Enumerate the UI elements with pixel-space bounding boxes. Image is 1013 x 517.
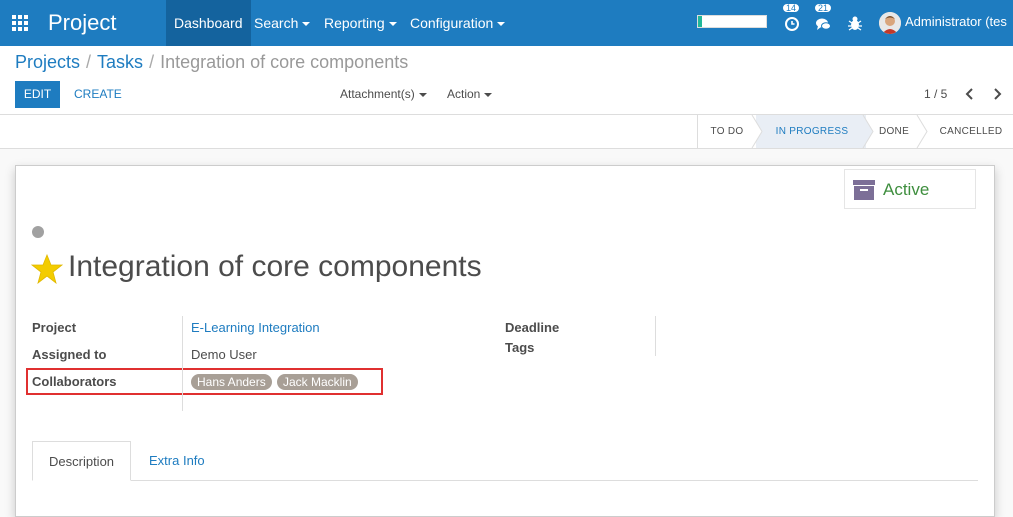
tab-description[interactable]: Description	[32, 441, 132, 481]
star-icon[interactable]	[31, 254, 63, 284]
breadcrumb-current: Integration of core components	[160, 52, 409, 72]
caret-down-icon	[388, 22, 397, 27]
archive-icon	[853, 180, 875, 200]
assigned-to-label: Assigned to	[32, 347, 107, 362]
menu-reporting-label: Reporting	[324, 15, 385, 31]
planner-progress-bar[interactable]	[697, 15, 767, 28]
highlight-box	[26, 368, 383, 395]
menu-search-label: Search	[254, 15, 299, 31]
clock-icon[interactable]	[784, 15, 800, 31]
menu-configuration[interactable]: Configuration	[402, 0, 513, 46]
top-navbar: Project Dashboard Search Reporting Confi…	[0, 0, 1013, 46]
field-divider	[182, 316, 183, 411]
apps-menu-icon[interactable]	[12, 15, 30, 31]
create-button[interactable]: CREATE	[74, 81, 122, 108]
project-label: Project	[32, 320, 77, 335]
activity-count-badge: 14	[782, 3, 801, 13]
attachments-label: Attachment(s)	[340, 87, 415, 101]
field-divider	[655, 316, 656, 356]
breadcrumb-separator: /	[86, 52, 92, 72]
caret-down-icon	[484, 92, 493, 97]
menu-dashboard[interactable]: Dashboard	[166, 0, 251, 46]
caret-down-icon	[418, 92, 427, 97]
deadline-label: Deadline	[505, 320, 560, 335]
user-avatar[interactable]	[879, 12, 901, 34]
edit-button[interactable]: EDIT	[15, 81, 60, 108]
kanban-state-indicator[interactable]	[32, 226, 44, 238]
breadcrumb-separator: /	[149, 52, 155, 72]
app-title: Project	[48, 10, 117, 35]
project-link[interactable]: E-Learning Integration	[191, 320, 320, 335]
chevron-left-icon[interactable]	[965, 88, 975, 100]
active-label: Active	[883, 180, 930, 199]
stage-statusbar: TO DO IN PROGRESS DONE CANCELLED	[0, 114, 1013, 149]
stage-cancelled[interactable]: CANCELLED	[935, 115, 1007, 148]
breadcrumb-projects[interactable]: Projects	[15, 52, 80, 72]
chat-bubbles-icon[interactable]	[815, 15, 831, 31]
stage-done[interactable]: DONE	[872, 115, 916, 148]
active-toggle-button[interactable]: Active	[844, 169, 976, 209]
assigned-to-value[interactable]: Demo User	[191, 347, 257, 362]
tags-label: Tags	[505, 340, 535, 355]
progress-fill	[698, 16, 703, 27]
action-label: Action	[447, 87, 481, 101]
task-title[interactable]: Integration of core components	[68, 250, 482, 284]
stage-arrow-separator	[916, 115, 928, 148]
bug-icon[interactable]	[847, 15, 863, 31]
menu-search[interactable]: Search	[246, 0, 318, 46]
chevron-right-icon[interactable]	[992, 88, 1002, 100]
menu-configuration-label: Configuration	[410, 15, 494, 31]
menu-reporting[interactable]: Reporting	[316, 0, 405, 46]
tab-extra-info[interactable]: Extra Info	[133, 441, 221, 481]
breadcrumb-tasks[interactable]: Tasks	[97, 52, 143, 72]
attachments-dropdown[interactable]: Attachment(s)	[340, 81, 427, 108]
action-dropdown[interactable]: Action	[447, 81, 493, 108]
stage-arrow-separator	[751, 115, 763, 148]
stage-in-progress[interactable]: IN PROGRESS	[760, 115, 864, 148]
caret-down-icon	[497, 22, 506, 27]
menu-dashboard-label: Dashboard	[174, 15, 243, 31]
stage-todo[interactable]: TO DO	[698, 115, 756, 148]
pager-value[interactable]: 1 / 5	[924, 81, 947, 108]
breadcrumb: Projects / Tasks / Integration of core compo…	[15, 52, 408, 73]
caret-down-icon	[302, 22, 311, 27]
user-menu[interactable]: Administrator (tes	[905, 14, 1007, 29]
messages-count-badge: 21	[814, 3, 833, 13]
